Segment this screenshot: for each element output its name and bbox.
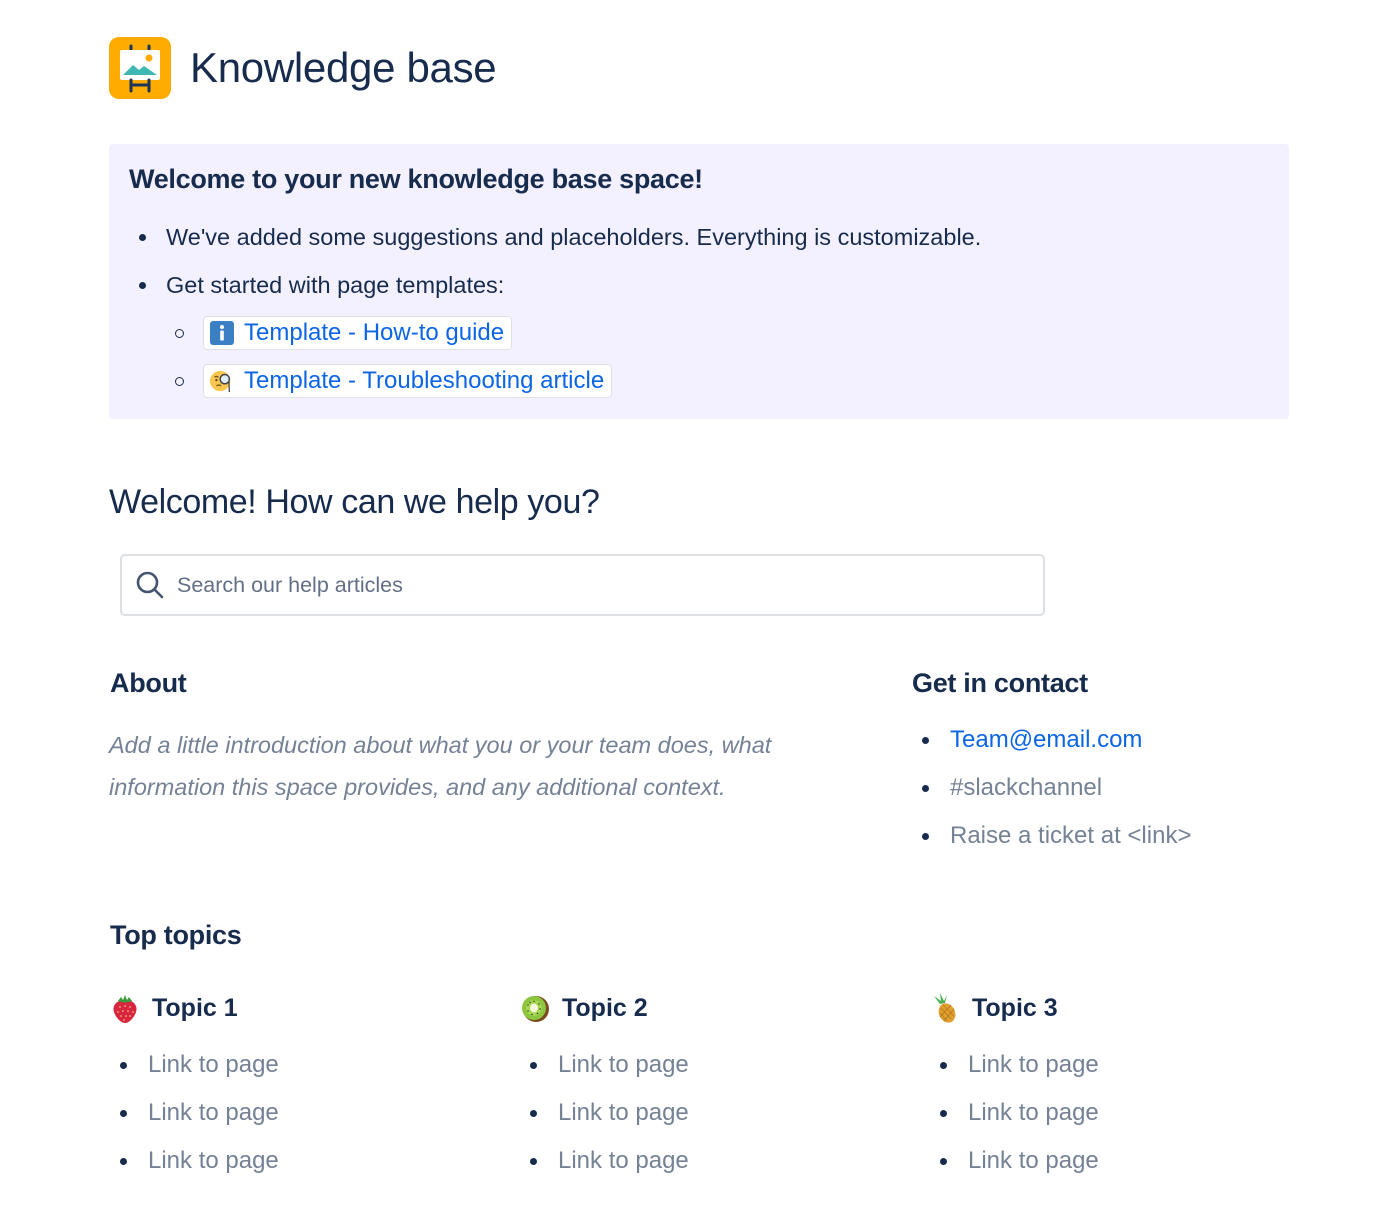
top-topics-heading: Top topics xyxy=(110,920,242,950)
email-link[interactable]: Team@email.com xyxy=(950,726,1142,754)
bullet-ring xyxy=(175,376,184,386)
bullet-dot xyxy=(139,282,146,289)
bullet-dot xyxy=(922,736,929,744)
bullet-dot xyxy=(530,1061,537,1069)
slack-channel-text: #slackchannel xyxy=(950,774,1103,801)
topic-2-link-3: Link to page xyxy=(530,1147,689,1175)
strawberry-icon xyxy=(113,995,137,1023)
template-item: Template - How-to guide xyxy=(175,316,513,350)
knowledge-base-page: Knowledge base Welcome to your new knowl… xyxy=(0,0,1400,1209)
bullet-dot xyxy=(940,1109,947,1117)
page-link[interactable]: Link to page xyxy=(968,1051,1099,1079)
template-item: Template - Troubleshooting article xyxy=(175,364,613,398)
ticket-text: Raise a ticket at <link> xyxy=(950,822,1192,849)
topic-2-heading: Topic 2 xyxy=(520,992,648,1024)
page-link[interactable]: Link to page xyxy=(148,1099,279,1127)
bullet-dot xyxy=(120,1157,127,1165)
topic-2-link-2: Link to page xyxy=(530,1099,689,1127)
kiwi-icon xyxy=(522,996,549,1022)
contact-item-slack: #slackchannel xyxy=(922,774,1102,802)
bullet-ring xyxy=(175,328,184,338)
bullet-dot xyxy=(530,1157,537,1165)
bullet-dot xyxy=(139,234,146,241)
contact-item-email: Team@email.com xyxy=(922,726,1142,754)
page-header: Knowledge base xyxy=(109,37,497,99)
topic-3-link-1: Link to page xyxy=(940,1051,1099,1079)
welcome-heading: Welcome! How can we help you? xyxy=(109,483,600,521)
page-title: Knowledge base xyxy=(190,44,497,91)
bullet-dot xyxy=(120,1061,127,1069)
help-search-input[interactable] xyxy=(175,571,999,599)
contact-item-ticket: Raise a ticket at <link> xyxy=(922,822,1191,850)
page-link[interactable]: Link to page xyxy=(558,1051,689,1079)
welcome-panel: Welcome to your new knowledge base space… xyxy=(109,144,1289,419)
information-icon xyxy=(210,321,234,345)
easel-picture-icon xyxy=(109,37,171,99)
bullet-dot xyxy=(922,784,929,792)
help-search-box[interactable] xyxy=(120,554,1045,616)
topic-3-heading: Topic 3 xyxy=(930,992,1058,1024)
topic-1-link-2: Link to page xyxy=(120,1099,279,1127)
topic-1-heading: Topic 1 xyxy=(110,992,238,1024)
about-heading: About xyxy=(110,668,187,698)
page-link[interactable]: Link to page xyxy=(968,1099,1099,1127)
panel-bullet-text: We've added some suggestions and placeho… xyxy=(166,224,982,250)
template-troubleshooting-link[interactable]: Template - Troubleshooting article xyxy=(203,364,613,398)
search-icon xyxy=(136,571,164,599)
bullet-dot xyxy=(940,1157,947,1165)
topic-title: Topic 3 xyxy=(972,993,1058,1022)
panel-title: Welcome to your new knowledge base space… xyxy=(129,164,703,194)
face-with-monocle-icon xyxy=(210,369,234,393)
bullet-dot xyxy=(940,1061,947,1069)
template-label: Template - Troubleshooting article xyxy=(244,367,605,394)
panel-bullet: Get started with page templates: xyxy=(139,272,504,299)
bullet-dot xyxy=(120,1109,127,1117)
about-text: Add a little introduction about what you… xyxy=(109,732,772,800)
bullet-dot xyxy=(922,832,929,840)
page-link[interactable]: Link to page xyxy=(558,1147,689,1175)
panel-bullet-text: Get started with page templates: xyxy=(166,272,505,298)
contact-heading: Get in contact xyxy=(912,668,1088,698)
topic-3-link-3: Link to page xyxy=(940,1147,1099,1175)
page-link[interactable]: Link to page xyxy=(148,1147,279,1175)
topic-title: Topic 1 xyxy=(152,993,238,1022)
panel-bullet: We've added some suggestions and placeho… xyxy=(139,224,981,251)
topic-3-link-2: Link to page xyxy=(940,1099,1099,1127)
bullet-dot xyxy=(530,1109,537,1117)
template-how-to-guide-link[interactable]: Template - How-to guide xyxy=(203,316,513,350)
page-link[interactable]: Link to page xyxy=(558,1099,689,1127)
topic-title: Topic 2 xyxy=(562,993,648,1022)
topic-1-link-1: Link to page xyxy=(120,1051,279,1079)
template-label: Template - How-to guide xyxy=(244,319,505,346)
topic-2-link-1: Link to page xyxy=(530,1051,689,1079)
page-link[interactable]: Link to page xyxy=(968,1147,1099,1175)
pineapple-icon xyxy=(934,993,956,1023)
topic-1-link-3: Link to page xyxy=(120,1147,279,1175)
page-link[interactable]: Link to page xyxy=(148,1051,279,1079)
